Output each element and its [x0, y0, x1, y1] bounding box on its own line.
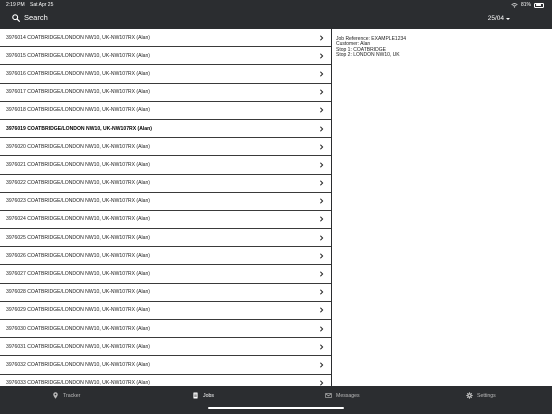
- chevron-right-icon: [320, 71, 324, 77]
- chevron-right-icon: [320, 89, 324, 95]
- chevron-down-icon: [506, 18, 510, 20]
- job-list-row[interactable]: 3976026 COATBRIDGE/LONDON NW10, UK-NW107…: [0, 247, 331, 266]
- chevron-right-icon: [320, 271, 324, 277]
- chevron-right-icon: [320, 198, 324, 204]
- tab-messages[interactable]: Messages: [325, 392, 360, 399]
- job-list-row-label: 3976027 COATBRIDGE/LONDON NW10, UK-NW107…: [6, 271, 150, 278]
- chevron-right-icon: [320, 325, 324, 332]
- search-button[interactable]: Search: [12, 13, 48, 22]
- job-list-row-label: 3976018 COATBRIDGE/LONDON NW10, UK-NW107…: [6, 107, 150, 114]
- tab-jobs[interactable]: Jobs: [192, 392, 214, 399]
- job-stop-2: Stop 2: LONDON NW10, UK: [336, 52, 400, 59]
- tab-settings-label: Settings: [477, 392, 496, 399]
- battery-icon: [534, 2, 544, 8]
- chevron-right-icon: [320, 216, 324, 223]
- job-list-row[interactable]: 3976031 COATBRIDGE/LONDON NW10, UK-NW107…: [0, 338, 331, 357]
- chevron-right-icon: [320, 107, 324, 113]
- job-list-row[interactable]: 3976032 COATBRIDGE/LONDON NW10, UK-NW107…: [0, 356, 331, 375]
- date-label: 25/04: [487, 15, 504, 22]
- job-list-row[interactable]: 3976017 COATBRIDGE/LONDON NW10, UK-NW107…: [0, 83, 331, 102]
- job-list-row-label: 3976030 COATBRIDGE/LONDON NW10, UK-NW107…: [6, 325, 150, 332]
- job-list-row[interactable]: 3976024 COATBRIDGE/LONDON NW10, UK-NW107…: [0, 210, 331, 230]
- job-list-row-label: 3976029 COATBRIDGE/LONDON NW10, UK-NW107…: [6, 307, 150, 314]
- chevron-right-icon: [320, 162, 324, 168]
- chevron-right-icon: [320, 289, 324, 295]
- job-list-row[interactable]: 3976018 COATBRIDGE/LONDON NW10, UK-NW107…: [0, 101, 331, 120]
- job-list-row[interactable]: 3976015 COATBRIDGE/LONDON NW10, UK-NW107…: [0, 47, 331, 66]
- envelope-icon: [325, 393, 332, 398]
- tab-settings[interactable]: Settings: [466, 392, 496, 399]
- chevron-right-icon: [320, 53, 324, 59]
- wifi-icon: [511, 2, 518, 8]
- job-list-row-label: 3976028 COATBRIDGE/LONDON NW10, UK-NW107…: [6, 289, 150, 296]
- battery-percent: 81%: [520, 2, 531, 8]
- tab-tracker[interactable]: Tracker: [52, 392, 80, 399]
- chevron-right-icon: [320, 362, 324, 368]
- job-list-row-label: 3976019 COATBRIDGE/LONDON NW10, UK-NW107…: [6, 125, 152, 132]
- job-list-row[interactable]: 3976030 COATBRIDGE/LONDON NW10, UK-NW107…: [0, 320, 331, 339]
- date-picker[interactable]: 25/04: [488, 15, 510, 22]
- chevron-right-icon: [320, 235, 324, 241]
- job-list-row[interactable]: 3976014 COATBRIDGE/LONDON NW10, UK-NW107…: [0, 29, 331, 48]
- tab-messages-label: Messages: [336, 392, 360, 399]
- job-list-row[interactable]: 3976020 COATBRIDGE/LONDON NW10, UK-NW107…: [0, 138, 331, 157]
- job-list-row[interactable]: 3976019 COATBRIDGE/LONDON NW10, UK-NW107…: [0, 119, 331, 139]
- chevron-right-icon: [320, 307, 324, 314]
- job-list-row-label: 3976032 COATBRIDGE/LONDON NW10, UK-NW107…: [6, 361, 150, 368]
- job-list-row-label: 3976014 COATBRIDGE/LONDON NW10, UK-NW107…: [6, 34, 150, 41]
- status-bar: 2:19 PM Sat Apr 25 81%: [0, 0, 552, 10]
- job-list: 3976014 COATBRIDGE/LONDON NW10, UK-NW107…: [0, 29, 331, 386]
- chevron-right-icon: [320, 180, 324, 186]
- job-list-row[interactable]: 3976027 COATBRIDGE/LONDON NW10, UK-NW107…: [0, 265, 331, 284]
- job-list-row-label: 3976023 COATBRIDGE/LONDON NW10, UK-NW107…: [6, 198, 150, 205]
- job-list-row[interactable]: 3976022 COATBRIDGE/LONDON NW10, UK-NW107…: [0, 174, 331, 193]
- job-list-row-label: 3976021 COATBRIDGE/LONDON NW10, UK-NW107…: [6, 161, 150, 168]
- status-time: 2:19 PM: [6, 2, 25, 8]
- job-list-row-label: 3976017 COATBRIDGE/LONDON NW10, UK-NW107…: [6, 89, 150, 96]
- job-list-row[interactable]: 3976023 COATBRIDGE/LONDON NW10, UK-NW107…: [0, 192, 331, 211]
- tab-jobs-label: Jobs: [203, 392, 214, 399]
- job-list-row[interactable]: 3976021 COATBRIDGE/LONDON NW10, UK-NW107…: [0, 156, 331, 175]
- job-list-row[interactable]: 3976028 COATBRIDGE/LONDON NW10, UK-NW107…: [0, 283, 331, 302]
- job-list-row-label: 3976022 COATBRIDGE/LONDON NW10, UK-NW107…: [6, 180, 150, 187]
- status-date: Sat Apr 25: [30, 2, 54, 8]
- chevron-right-icon: [320, 253, 324, 259]
- job-detail-panel: Job Reference: EXAMPLE1234 Customer: Ala…: [332, 29, 552, 386]
- gear-icon: [466, 392, 473, 399]
- search-label: Search: [24, 13, 48, 22]
- tab-tracker-label: Tracker: [63, 392, 81, 399]
- job-list-row-label: 3976015 COATBRIDGE/LONDON NW10, UK-NW107…: [6, 52, 150, 59]
- chevron-right-icon: [320, 344, 324, 350]
- search-icon: [12, 13, 20, 22]
- chevron-right-icon: [320, 144, 324, 150]
- job-list-row[interactable]: 3976033 COATBRIDGE/LONDON NW10, UK-NW107…: [0, 374, 331, 386]
- top-navigation-bar: Search 25/04: [0, 10, 552, 30]
- document-icon: [193, 392, 198, 399]
- job-list-row-label: 3976031 COATBRIDGE/LONDON NW10, UK-NW107…: [6, 343, 150, 350]
- map-pin-icon: [53, 392, 58, 399]
- job-list-row-label: 3976026 COATBRIDGE/LONDON NW10, UK-NW107…: [6, 252, 150, 259]
- job-list-row-label: 3976025 COATBRIDGE/LONDON NW10, UK-NW107…: [6, 234, 150, 241]
- chevron-right-icon: [320, 34, 324, 41]
- job-list-row-label: 3976020 COATBRIDGE/LONDON NW10, UK-NW107…: [6, 143, 150, 150]
- tab-bar: Tracker Jobs Messages Settings: [0, 386, 552, 414]
- job-list-row[interactable]: 3976025 COATBRIDGE/LONDON NW10, UK-NW107…: [0, 229, 331, 248]
- job-list-row-label: 3976016 COATBRIDGE/LONDON NW10, UK-NW107…: [6, 70, 150, 77]
- job-list-row-label: 3976024 COATBRIDGE/LONDON NW10, UK-NW107…: [6, 216, 150, 223]
- job-list-row[interactable]: 3976029 COATBRIDGE/LONDON NW10, UK-NW107…: [0, 301, 331, 320]
- job-list-row[interactable]: 3976016 COATBRIDGE/LONDON NW10, UK-NW107…: [0, 65, 331, 84]
- chevron-right-icon: [320, 125, 324, 132]
